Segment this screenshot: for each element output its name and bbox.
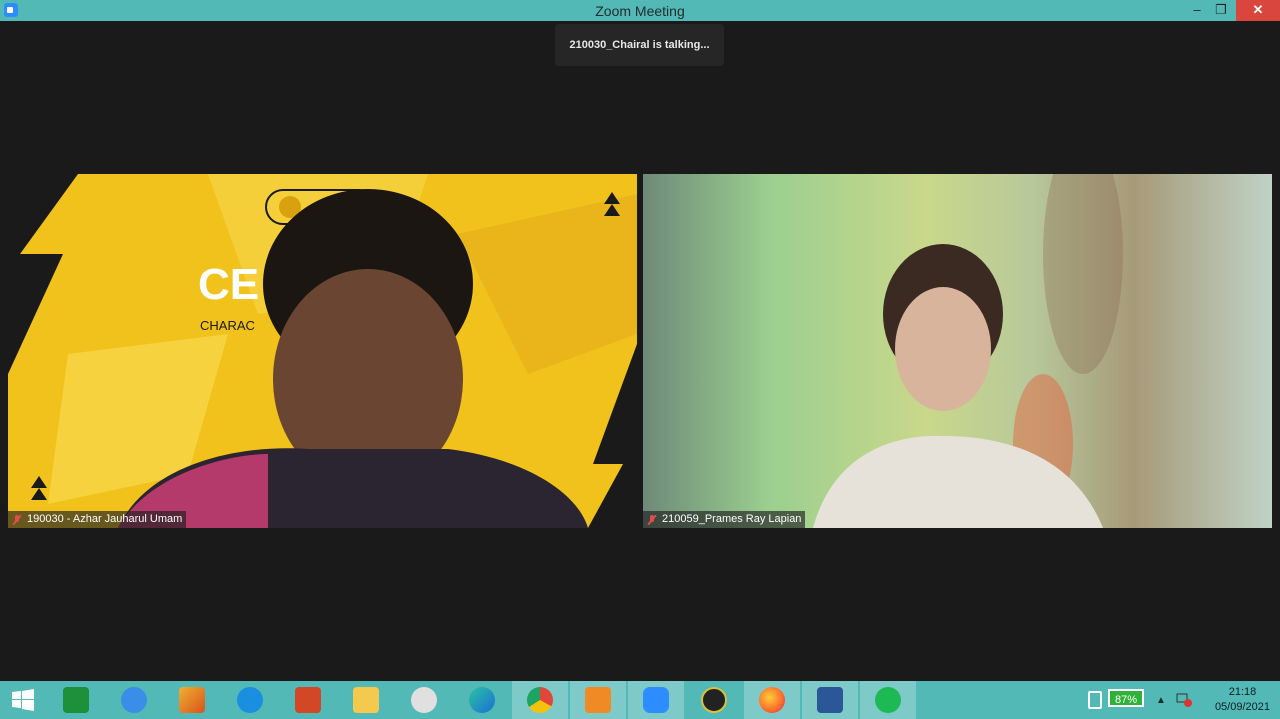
title-bar: Zoom Meeting – ❐ ✕ xyxy=(0,0,1280,21)
taskbar-app[interactable] xyxy=(744,681,800,719)
taskbar-app[interactable] xyxy=(222,681,278,719)
power-plug-icon[interactable] xyxy=(1088,691,1102,709)
participant-name-label: 210059_Prames Ray Lapian xyxy=(643,511,806,528)
taskbar-app[interactable] xyxy=(512,681,568,719)
internet-explorer-icon xyxy=(237,687,263,713)
show-hidden-icons-icon[interactable]: ▲ xyxy=(1156,695,1166,706)
taskbar-app[interactable] xyxy=(164,681,220,719)
taskbar-app[interactable] xyxy=(570,681,626,719)
chromium-icon xyxy=(121,687,147,713)
taskbar-app[interactable] xyxy=(396,681,452,719)
video-tile[interactable]: 210059_Prames Ray Lapian xyxy=(643,174,1272,528)
matlab-icon xyxy=(179,687,205,713)
taskbar-app[interactable] xyxy=(802,681,858,719)
network-monitor-icon xyxy=(701,687,727,713)
taskbar-app[interactable] xyxy=(338,681,394,719)
firefox-icon xyxy=(759,687,785,713)
taskbar-app[interactable] xyxy=(628,681,684,719)
sublime-text-icon xyxy=(585,687,611,713)
video-tile[interactable]: CE CHARAC 190030 - Azhar Jauharul Umam xyxy=(8,174,637,528)
taskbar-app[interactable] xyxy=(860,681,916,719)
word-icon xyxy=(817,687,843,713)
mic-muted-icon xyxy=(647,514,657,525)
spotify-icon xyxy=(875,687,901,713)
start-button[interactable] xyxy=(0,681,46,719)
excel-like-green-icon xyxy=(63,687,89,713)
svg-text:CE: CE xyxy=(198,260,259,309)
participant-name-label: 190030 - Azhar Jauharul Umam xyxy=(8,511,187,528)
window-title: Zoom Meeting xyxy=(595,3,685,19)
file-explorer-icon xyxy=(353,687,379,713)
taskbar-app[interactable] xyxy=(106,681,162,719)
battery-indicator[interactable]: 87% xyxy=(1108,689,1144,707)
network-warning-icon[interactable] xyxy=(1176,691,1192,707)
paint-icon xyxy=(411,687,437,713)
clock-time: 21:18 xyxy=(1228,686,1257,698)
windows-start-icon xyxy=(12,689,34,711)
edge-icon xyxy=(469,687,495,713)
zoom-icon xyxy=(643,687,669,713)
maximize-button[interactable]: ❐ xyxy=(1206,0,1236,21)
participant-name: 210059_Prames Ray Lapian xyxy=(662,513,802,525)
mic-muted-icon xyxy=(12,514,22,525)
camera-feed xyxy=(813,174,1123,528)
powerpoint-icon xyxy=(295,687,321,713)
chrome-icon xyxy=(527,687,553,713)
clock-date: 05/09/2021 xyxy=(1214,701,1270,713)
taskbar-app[interactable] xyxy=(454,681,510,719)
participant-name: 190030 - Azhar Jauharul Umam xyxy=(27,513,183,525)
active-speaker-toast: 210030_Chairal is talking... xyxy=(555,24,724,66)
svg-text:CHARAC: CHARAC xyxy=(200,318,255,333)
close-button[interactable]: ✕ xyxy=(1236,0,1280,21)
taskbar-app[interactable] xyxy=(280,681,336,719)
taskbar-app[interactable] xyxy=(48,681,104,719)
virtual-background: CE CHARAC xyxy=(8,174,637,528)
system-clock[interactable]: 21:18 05/09/2021 xyxy=(1215,685,1270,715)
taskbar-app[interactable] xyxy=(686,681,742,719)
taskbar: ▲ 21:18 05/09/2021 xyxy=(0,681,1280,719)
